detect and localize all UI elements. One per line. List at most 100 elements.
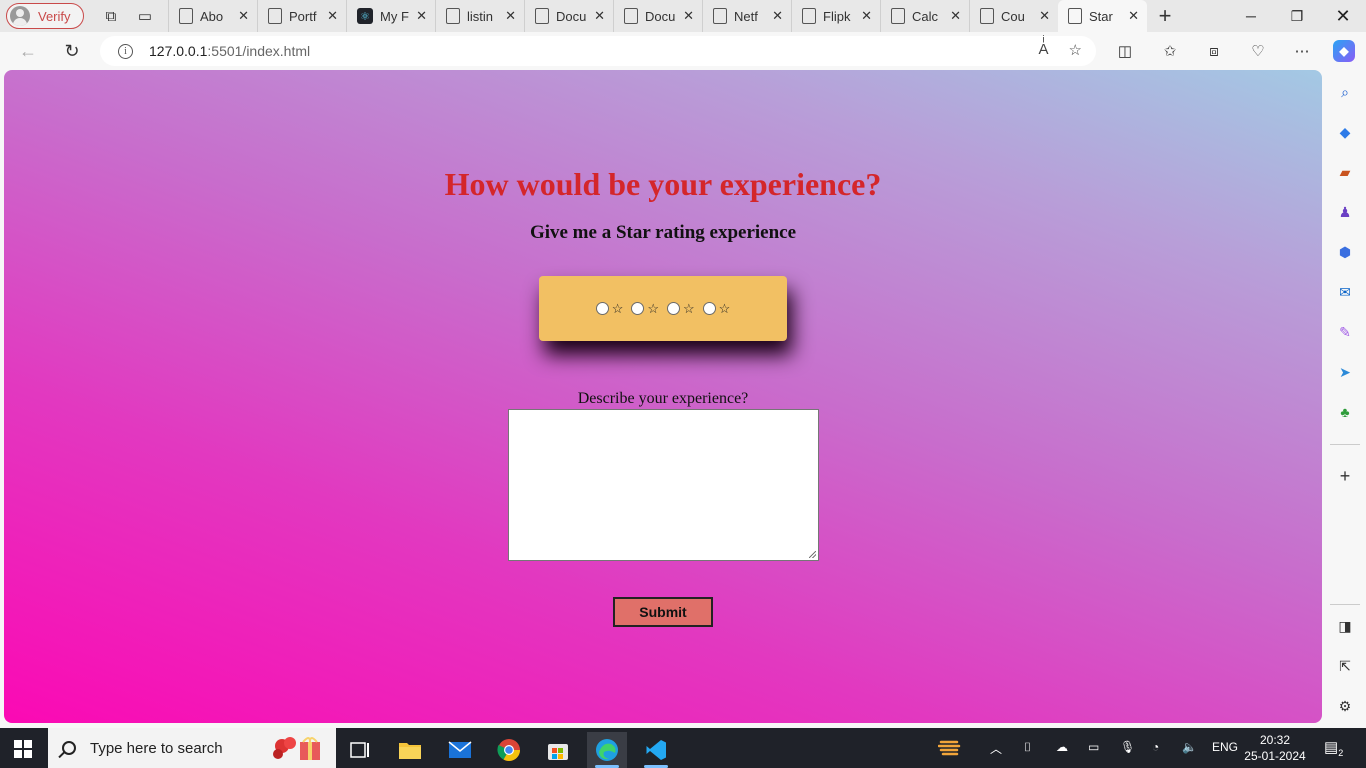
wifi-icon[interactable]: ◔ — [1152, 740, 1159, 754]
add-icon[interactable]: + — [1335, 466, 1355, 486]
back-button[interactable]: ← — [14, 38, 42, 64]
search-icon[interactable]: ⌕ — [1335, 82, 1355, 102]
taskbar-clock[interactable]: 20:32 25-01-2024 — [1238, 732, 1312, 764]
tab-5[interactable]: Docu ✕ — [613, 0, 702, 32]
outlook-icon[interactable]: ✉ — [1335, 282, 1355, 302]
close-tab-icon[interactable]: ✕ — [950, 8, 961, 24]
store-icon[interactable] — [538, 732, 578, 768]
rating-radio[interactable] — [595, 302, 609, 315]
close-tab-icon[interactable]: ✕ — [505, 8, 516, 24]
tab-label: Netf — [734, 8, 758, 24]
close-tab-icon[interactable]: ✕ — [772, 8, 783, 24]
tab-10[interactable]: Star ✕ — [1058, 0, 1147, 32]
tab-7[interactable]: Flipk ✕ — [791, 0, 880, 32]
tab-label: Star — [1089, 8, 1113, 24]
tab-actions-icon[interactable]: ▭ — [128, 0, 162, 32]
close-tab-icon[interactable]: ✕ — [683, 8, 694, 24]
battery-icon[interactable]: ▭ — [1088, 740, 1099, 754]
sidebar-divider — [1330, 604, 1360, 605]
close-tab-icon[interactable]: ✕ — [1128, 8, 1139, 24]
copilot-icon[interactable]: ◆ — [1333, 40, 1355, 62]
send-icon[interactable]: ➤ — [1335, 362, 1355, 382]
tab-2[interactable]: ⚛ My F ✕ — [346, 0, 435, 32]
mail-icon[interactable] — [440, 732, 480, 768]
chrome-icon[interactable] — [489, 732, 529, 768]
minimize-button[interactable]: ─ — [1228, 0, 1274, 32]
page-icon — [268, 8, 282, 24]
rating-radio[interactable] — [702, 302, 716, 315]
close-window-button[interactable]: ✕ — [1320, 0, 1366, 32]
tab-label: Docu — [645, 8, 676, 24]
page-icon — [624, 8, 638, 24]
workspaces-icon[interactable]: ⧉ — [94, 0, 128, 32]
tab-9[interactable]: Cou ✕ — [969, 0, 1058, 32]
star-icon: ☆ — [683, 300, 695, 316]
new-tab-button[interactable]: + — [1147, 0, 1183, 32]
info-icon[interactable]: i — [118, 43, 133, 59]
settings-gear-icon[interactable]: ⚙ — [1335, 696, 1355, 716]
clock-time: 20:32 — [1259, 733, 1291, 747]
close-tab-icon[interactable]: ✕ — [416, 8, 427, 24]
profile-button[interactable]: Verify — [6, 3, 84, 29]
show-hidden-icons-chevron-icon[interactable]: ︿ — [990, 740, 1002, 757]
tree-icon[interactable]: ♣ — [1335, 402, 1355, 422]
hide-sidebar-icon[interactable]: ◨ — [1335, 616, 1355, 636]
restore-button[interactable]: ❐ — [1274, 0, 1320, 32]
tab-3[interactable]: listin ✕ — [435, 0, 524, 32]
weather-widget-icon[interactable] — [937, 736, 964, 761]
refresh-button[interactable]: ↻ — [58, 38, 86, 64]
tab-6[interactable]: Netf ✕ — [702, 0, 791, 32]
rating-radio[interactable] — [631, 302, 645, 315]
designer-icon[interactable]: ✎ — [1335, 322, 1355, 342]
tab-8[interactable]: Calc ✕ — [880, 0, 969, 32]
vscode-icon[interactable] — [636, 732, 676, 768]
clock-date: 25-01-2024 — [1244, 749, 1306, 763]
tab-label: Flipk — [823, 8, 851, 24]
rating-option-4[interactable]: ☆ — [699, 301, 735, 317]
close-tab-icon[interactable]: ✕ — [594, 8, 605, 24]
language-indicator[interactable]: ENG — [1212, 740, 1238, 754]
taskbar-search-box[interactable]: Type here to search — [48, 728, 336, 768]
windows-start-icon[interactable] — [14, 740, 32, 758]
tab-4[interactable]: Docu ✕ — [524, 0, 613, 32]
browser-essentials-icon[interactable]: ♡ — [1247, 40, 1269, 62]
rating-option-1[interactable]: ☆ — [592, 301, 628, 317]
read-aloud-icon[interactable]: Aͥ — [1039, 41, 1049, 59]
description-label: Describe your experience? — [577, 390, 749, 407]
task-view-icon[interactable] — [340, 732, 380, 768]
favorites-icon[interactable]: ✩ — [1159, 40, 1181, 62]
edge-icon[interactable] — [587, 732, 627, 768]
address-row: ← ↻ i 127.0.0.1:5501/index.html Aͥ ☆ ◫ ✩… — [0, 32, 1366, 70]
games-icon[interactable]: ♟ — [1335, 202, 1355, 222]
close-tab-icon[interactable]: ✕ — [327, 8, 338, 24]
close-tab-icon[interactable]: ✕ — [238, 8, 249, 24]
open-external-icon[interactable]: ⇱ — [1335, 656, 1355, 676]
page-icon — [802, 8, 816, 24]
microphone-icon[interactable]: 🎙 — [1120, 740, 1135, 754]
volume-icon[interactable]: 🔈 — [1182, 740, 1197, 754]
page-subtitle: Give me a Star rating experience — [529, 222, 797, 243]
microsoft-365-icon[interactable]: ⬢ — [1335, 242, 1355, 262]
rating-option-3[interactable]: ☆ — [663, 301, 699, 317]
more-menu-icon[interactable]: ⋯ — [1291, 40, 1313, 62]
close-tab-icon[interactable]: ✕ — [861, 8, 872, 24]
favorite-star-icon[interactable]: ☆ — [1069, 41, 1082, 59]
collections-icon[interactable]: ⧈ — [1203, 40, 1225, 62]
submit-button[interactable]: Submit — [613, 597, 713, 627]
rating-option-2[interactable]: ☆ — [627, 301, 663, 317]
close-tab-icon[interactable]: ✕ — [1039, 8, 1050, 24]
split-screen-icon[interactable]: ◫ — [1114, 40, 1136, 62]
description-textarea[interactable] — [508, 409, 819, 561]
onedrive-icon[interactable]: ☁ — [1056, 740, 1068, 754]
page-icon — [1068, 8, 1082, 24]
star-icon: ☆ — [718, 300, 731, 316]
tab-1[interactable]: Portf ✕ — [257, 0, 346, 32]
address-bar[interactable]: i 127.0.0.1:5501/index.html Aͥ ☆ — [100, 36, 1096, 66]
rating-radio[interactable] — [667, 302, 680, 315]
meet-now-icon[interactable]: ⌷ — [1024, 740, 1031, 755]
tab-0[interactable]: Abo ✕ — [168, 0, 257, 32]
notifications-icon[interactable]: ▤2 — [1324, 738, 1343, 758]
file-explorer-icon[interactable] — [390, 732, 430, 768]
shopping-icon[interactable]: ◆ — [1335, 122, 1355, 142]
tools-icon[interactable]: ▰ — [1335, 162, 1355, 182]
